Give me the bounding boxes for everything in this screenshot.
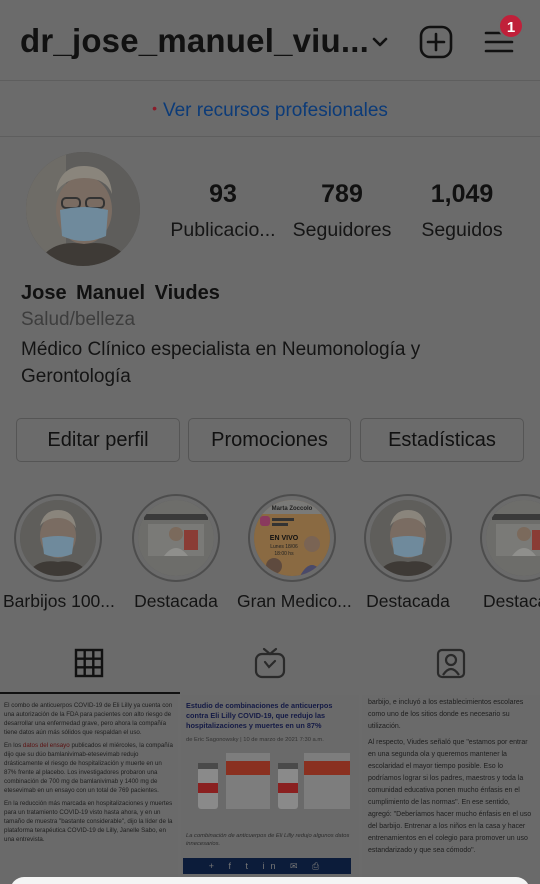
username-title[interactable]: dr_jose_manuel_viu... <box>20 22 369 60</box>
following-label: Seguidos <box>421 219 503 241</box>
header-divider <box>0 80 540 81</box>
pro-divider <box>0 136 540 137</box>
profile-name: Jose Manuel Viudes <box>21 282 220 304</box>
highlight-label: Barbijos 100... <box>3 591 115 611</box>
article-title: Estudio de combinaciones de anticuerpos … <box>186 701 333 730</box>
bottom-sheet-edge[interactable] <box>10 877 530 884</box>
tagged-icon[interactable] <box>434 646 468 680</box>
article-meta: de Eric Sagonowsky | 10 de marzo de 2021… <box>186 737 324 743</box>
igtv-icon[interactable] <box>253 646 287 680</box>
highlight-cover <box>486 500 540 576</box>
edit-profile-button[interactable]: Editar perfil <box>16 418 180 462</box>
profile-bio: Médico Clínico especialista en Neumonolo… <box>21 339 421 387</box>
post-text: barbijo, e incluyó a los establecimiento… <box>368 699 524 730</box>
following-count: 1,049 <box>430 180 494 208</box>
notification-badge: 1 <box>498 13 524 39</box>
highlight-item[interactable]: Destacada <box>121 494 231 612</box>
grid-icon[interactable] <box>72 646 106 680</box>
pro-dot: • <box>152 100 157 116</box>
promotions-button[interactable]: Promociones <box>188 418 351 462</box>
professional-link-label: Ver recursos profesionales <box>162 100 388 121</box>
grid-separator <box>359 695 361 884</box>
professional-tools-link[interactable]: • Ver recursos profesionales <box>0 84 540 132</box>
followers-label: Seguidores <box>292 219 392 241</box>
posts-label: Publicacio... <box>170 219 276 241</box>
post-tile[interactable]: El combo de anticuerpos COVID-19 de Eli … <box>0 695 178 884</box>
post-text: En los datos del ensayo publicados el mi… <box>4 741 174 795</box>
article-caption: La combinación de anticuerpos de Eli Lil… <box>186 833 350 847</box>
chevron-down-icon[interactable] <box>370 32 390 52</box>
post-text: En la reducción más marcada en hospitali… <box>4 800 173 843</box>
promo-top-text: Marta Zoccolo <box>272 506 313 512</box>
posts-count: 93 <box>209 180 237 208</box>
post-tile[interactable]: Estudio de combinaciones de anticuerpos … <box>181 695 359 884</box>
followers-count: 789 <box>321 180 363 208</box>
highlight-item[interactable]: Destaca <box>470 494 540 612</box>
highlight-label: Destaca <box>483 591 540 611</box>
promo-live-text: EN VIVO <box>270 535 299 542</box>
grid-separator <box>178 695 180 884</box>
highlight-item[interactable]: Destacada <box>353 494 463 612</box>
new-post-icon[interactable] <box>419 25 453 59</box>
highlight-item[interactable]: Barbijos 100... <box>3 494 115 612</box>
top-bar: dr_jose_manuel_viu... 1 <box>0 0 540 80</box>
stat-following[interactable]: 1,049 Seguidos <box>410 180 514 242</box>
avatar[interactable] <box>26 152 140 266</box>
highlight-label: Gran Medico... <box>237 591 352 611</box>
highlight-cover <box>20 500 96 576</box>
promo-time-text: 18:00 hs <box>274 551 294 557</box>
profile-category: Salud/belleza <box>21 309 136 330</box>
vials-image <box>186 749 354 819</box>
highlight-label: Destacada <box>366 591 450 611</box>
insights-button[interactable]: Estadísticas <box>360 418 524 462</box>
post-text-b: publicados el miércoles, la compañía dij… <box>4 742 173 794</box>
stat-posts[interactable]: 93 Publicacio... <box>168 180 278 242</box>
post-text-a: En los <box>4 742 23 749</box>
highlight-cover <box>138 500 214 576</box>
active-tab-indicator <box>0 692 180 694</box>
post-text: El combo de anticuerpos COVID-19 de Eli … <box>4 702 173 736</box>
highlight-cover <box>370 500 446 576</box>
highlight-cover: Marta Zoccolo EN VIVO Lunes 18/06 18:00 … <box>254 500 330 576</box>
promo-date-text: Lunes 18/06 <box>270 544 298 550</box>
post-tile[interactable]: barbijo, e incluyó a los establecimiento… <box>362 695 540 884</box>
highlight-label: Destacada <box>134 591 218 611</box>
post-text: Al respecto, Viudes señaló que "estamos … <box>368 739 532 854</box>
share-bar: + f t in ✉ ⎙ <box>183 858 351 874</box>
stat-followers[interactable]: 789 Seguidores <box>286 180 398 242</box>
post-text-link: datos del ensayo <box>22 742 70 749</box>
highlight-item[interactable]: Marta Zoccolo EN VIVO Lunes 18/06 18:00 … <box>237 494 352 612</box>
